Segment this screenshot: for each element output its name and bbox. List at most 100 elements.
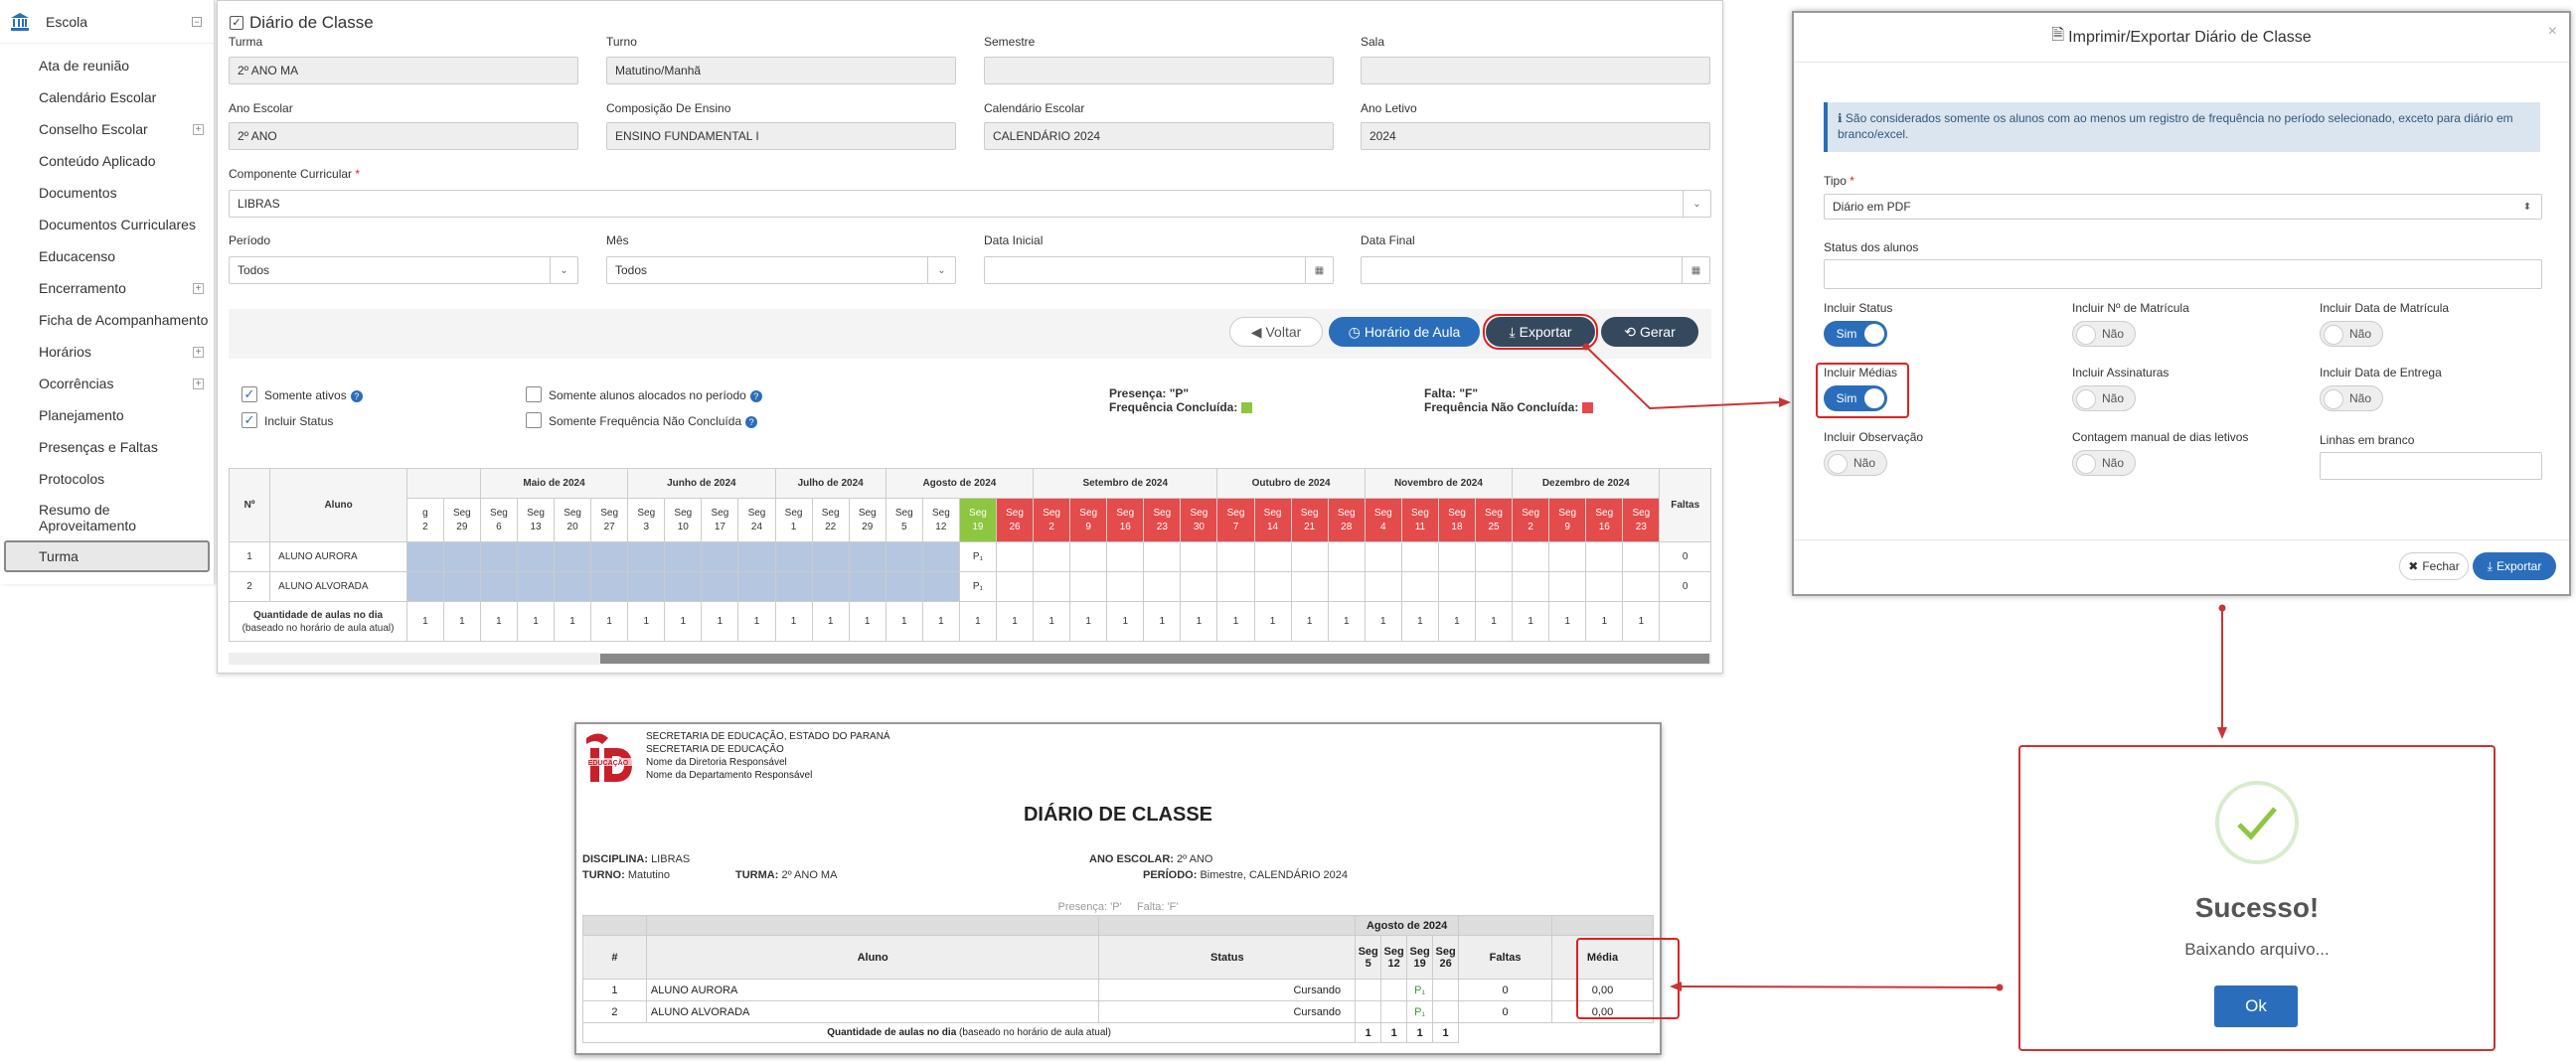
attendance-cell[interactable] [1180, 571, 1218, 602]
status-alunos-input[interactable] [1824, 259, 2542, 289]
attendance-cell[interactable] [1364, 571, 1402, 602]
periodo-select[interactable]: Todos ⌄ [229, 256, 578, 284]
attendance-cell[interactable] [1106, 541, 1145, 572]
attendance-cell[interactable] [627, 571, 666, 602]
sidebar-item-13[interactable]: Protocolos [0, 463, 214, 495]
attendance-cell[interactable] [1253, 571, 1292, 602]
attendance-cell[interactable] [848, 541, 886, 572]
attendance-cell[interactable] [1437, 541, 1477, 572]
attendance-cell[interactable] [1474, 571, 1514, 602]
option-toggle[interactable]: Não [1824, 450, 1887, 476]
option-toggle[interactable]: Sim [1824, 321, 1887, 347]
sidebar-item-9[interactable]: Horários + [0, 336, 214, 368]
attendance-cell[interactable] [1548, 541, 1587, 572]
sidebar-item-7[interactable]: Encerramento + [0, 272, 214, 304]
help-icon[interactable]: ? [350, 389, 363, 402]
option-toggle[interactable]: Não [2072, 385, 2136, 411]
sidebar-item-2[interactable]: Conselho Escolar + [0, 113, 214, 145]
data-inicial-input[interactable]: ▦ [984, 256, 1334, 284]
expand-icon[interactable]: + [193, 346, 204, 358]
attendance-cell[interactable] [1143, 541, 1182, 572]
somente-freq-checkbox[interactable] [526, 412, 542, 428]
attendance-cell[interactable] [442, 571, 481, 602]
componente-select[interactable]: LIBRAS ⌄ [229, 190, 1711, 218]
attendance-cell[interactable] [1400, 571, 1439, 602]
attendance-cell[interactable] [1216, 571, 1255, 602]
sidebar-item-15[interactable]: Turma [4, 540, 210, 572]
sidebar-item-10[interactable]: Ocorrências + [0, 368, 214, 399]
attendance-cell[interactable] [885, 541, 923, 572]
attendance-cell[interactable] [1400, 541, 1439, 572]
sidebar-header-escola[interactable]: Escola − [0, 0, 214, 44]
horizontal-scrollbar[interactable] [229, 653, 1711, 665]
option-toggle[interactable]: Não [2320, 385, 2383, 411]
attendance-cell[interactable] [1033, 541, 1071, 572]
attendance-cell[interactable] [1512, 571, 1550, 602]
sidebar-item-12[interactable]: Presenças e Faltas [0, 431, 214, 463]
sidebar-item-1[interactable]: Calendário Escolar [0, 81, 214, 113]
attendance-cell[interactable] [1512, 541, 1550, 572]
attendance-cell[interactable] [1216, 541, 1255, 572]
attendance-cell[interactable] [737, 571, 776, 602]
attendance-cell[interactable] [406, 541, 444, 572]
attendance-cell[interactable] [811, 571, 850, 602]
attendance-cell[interactable] [995, 541, 1035, 572]
horario-button[interactable]: ◷ Horário de Aula [1329, 317, 1480, 347]
attendance-cell[interactable] [885, 571, 923, 602]
attendance-cell[interactable] [811, 541, 850, 572]
attendance-cell[interactable] [1290, 541, 1329, 572]
attendance-cell[interactable] [1585, 541, 1624, 572]
attendance-cell[interactable] [479, 541, 518, 572]
attendance-cell[interactable] [590, 571, 629, 602]
scrollbar-thumb[interactable] [600, 654, 1709, 664]
incluir-status-checkbox[interactable]: ✓ [242, 412, 257, 428]
tipo-select[interactable]: Diário em PDF ⬍ [1824, 194, 2542, 220]
attendance-cell[interactable] [1437, 571, 1477, 602]
sidebar-item-3[interactable]: Conteúdo Aplicado [0, 145, 214, 177]
attendance-cell[interactable] [1033, 571, 1071, 602]
somente-ativos-checkbox[interactable]: ✓ [242, 386, 257, 402]
data-final-input[interactable]: ▦ [1361, 256, 1710, 284]
sidebar-item-8[interactable]: Ficha de Acompanhamento [0, 304, 214, 336]
attendance-cell[interactable] [1069, 571, 1108, 602]
attendance-cell[interactable] [1069, 541, 1108, 572]
mes-select[interactable]: Todos ⌄ [606, 256, 956, 284]
calendar-icon[interactable]: ▦ [1305, 257, 1333, 283]
attendance-cell[interactable] [1585, 571, 1624, 602]
attendance-cell[interactable] [1327, 571, 1366, 602]
attendance-cell[interactable] [516, 541, 556, 572]
somente-alocados-checkbox[interactable] [526, 386, 542, 402]
option-toggle[interactable]: Não [2072, 450, 2136, 476]
attendance-cell[interactable] [774, 571, 813, 602]
attendance-cell[interactable] [554, 571, 592, 602]
linhas-branco-input[interactable] [2320, 452, 2542, 480]
expand-icon[interactable]: + [193, 123, 204, 135]
attendance-cell[interactable] [406, 571, 444, 602]
sidebar-item-14[interactable]: Resumo de Aproveitamento [0, 495, 214, 540]
attendance-cell[interactable] [1364, 541, 1402, 572]
attendance-cell[interactable] [921, 571, 960, 602]
option-toggle[interactable]: Não [2320, 321, 2383, 347]
attendance-cell[interactable] [1327, 541, 1366, 572]
sidebar-item-4[interactable]: Documentos [0, 177, 214, 209]
attendance-cell[interactable] [590, 541, 629, 572]
attendance-cell[interactable] [737, 541, 776, 572]
attendance-cell[interactable] [701, 571, 739, 602]
attendance-cell[interactable] [848, 571, 886, 602]
attendance-cell[interactable] [995, 571, 1035, 602]
attendance-cell[interactable] [479, 571, 518, 602]
attendance-cell[interactable] [1106, 571, 1145, 602]
attendance-cell[interactable] [1290, 571, 1329, 602]
attendance-cell[interactable] [442, 541, 481, 572]
close-icon[interactable]: × [2548, 23, 2557, 41]
help-icon[interactable]: ? [749, 389, 762, 402]
sidebar-item-11[interactable]: Planejamento [0, 399, 214, 431]
attendance-cell[interactable] [1253, 541, 1292, 572]
attendance-cell[interactable] [1622, 541, 1661, 572]
attendance-cell[interactable] [664, 541, 703, 572]
fechar-button[interactable]: ✖ Fechar [2399, 552, 2469, 580]
help-icon[interactable]: ? [745, 415, 758, 428]
attendance-cell[interactable] [921, 541, 960, 572]
expand-icon[interactable]: + [193, 378, 204, 389]
attendance-cell[interactable] [1548, 571, 1587, 602]
